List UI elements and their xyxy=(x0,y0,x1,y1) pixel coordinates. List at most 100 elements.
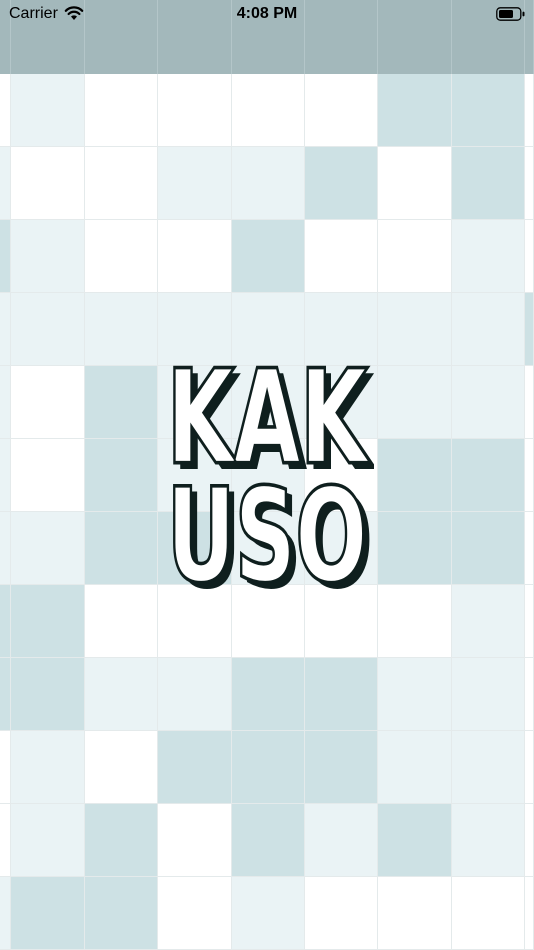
grid-tile xyxy=(452,658,525,731)
grid-tile xyxy=(0,877,11,950)
grid-tile xyxy=(305,585,378,658)
grid-tile xyxy=(0,220,11,293)
grid-tile xyxy=(158,147,232,220)
grid-tile xyxy=(305,731,378,804)
grid-tile xyxy=(11,585,85,658)
grid-tile xyxy=(378,512,452,585)
grid-tile xyxy=(158,293,232,366)
grid-tile xyxy=(232,74,305,147)
grid-tile xyxy=(11,877,85,950)
grid-tile xyxy=(158,220,232,293)
grid-tile xyxy=(378,439,452,512)
grid-tile xyxy=(378,220,452,293)
grid-tile xyxy=(232,877,305,950)
grid-tile xyxy=(158,804,232,877)
grid-tile xyxy=(85,366,158,439)
grid-tile xyxy=(525,220,534,293)
grid-tile xyxy=(525,366,534,439)
grid-tile xyxy=(0,293,11,366)
grid-tile xyxy=(525,293,534,366)
grid-tile xyxy=(85,731,158,804)
grid-tile xyxy=(305,293,378,366)
grid-tile xyxy=(305,658,378,731)
grid-tile xyxy=(11,439,85,512)
grid-tile xyxy=(452,74,525,147)
grid-tile xyxy=(378,147,452,220)
grid-tile xyxy=(158,877,232,950)
grid-tile xyxy=(525,658,534,731)
status-bar: Carrier 4:08 PM xyxy=(0,0,534,74)
grid-tile xyxy=(232,220,305,293)
grid-tile xyxy=(11,147,85,220)
grid-tile xyxy=(0,731,11,804)
grid-tile xyxy=(525,512,534,585)
grid-tile xyxy=(232,804,305,877)
grid-tile xyxy=(158,585,232,658)
grid-tile xyxy=(85,74,158,147)
grid-tile xyxy=(378,293,452,366)
grid-tile xyxy=(452,585,525,658)
grid-tile xyxy=(525,147,534,220)
grid-tile xyxy=(11,74,85,147)
grid-tile xyxy=(378,366,452,439)
grid-tile xyxy=(85,877,158,950)
grid-tile xyxy=(305,804,378,877)
grid-tile xyxy=(85,293,158,366)
grid-tile xyxy=(158,658,232,731)
grid-tile xyxy=(452,220,525,293)
grid-tile xyxy=(452,293,525,366)
grid-tile xyxy=(11,366,85,439)
grid-tile xyxy=(0,366,11,439)
grid-tile xyxy=(378,658,452,731)
kakuso-logo: KAK KAK USO KAK KAK USO USO xyxy=(165,362,375,590)
grid-tile xyxy=(378,877,452,950)
grid-tile xyxy=(378,74,452,147)
grid-tile xyxy=(0,147,11,220)
grid-tile xyxy=(85,804,158,877)
grid-tile xyxy=(232,293,305,366)
grid-tile xyxy=(11,658,85,731)
grid-tile xyxy=(452,877,525,950)
grid-tile xyxy=(0,804,11,877)
grid-tile xyxy=(11,804,85,877)
clock-label: 4:08 PM xyxy=(236,5,298,22)
grid-tile xyxy=(232,147,305,220)
grid-tile xyxy=(525,804,534,877)
grid-tile xyxy=(452,439,525,512)
grid-tile xyxy=(378,804,452,877)
grid-tile xyxy=(85,439,158,512)
grid-tile xyxy=(525,585,534,658)
grid-tile xyxy=(452,512,525,585)
grid-tile xyxy=(11,512,85,585)
battery-icon xyxy=(496,7,525,21)
grid-tile xyxy=(85,585,158,658)
grid-tile xyxy=(11,220,85,293)
grid-tile xyxy=(305,220,378,293)
grid-tile xyxy=(378,731,452,804)
grid-tile xyxy=(452,804,525,877)
grid-tile xyxy=(0,512,11,585)
grid-tile xyxy=(305,74,378,147)
grid-tile xyxy=(0,585,11,658)
grid-tile xyxy=(158,74,232,147)
grid-tile xyxy=(232,731,305,804)
grid-tile xyxy=(525,74,534,147)
grid-tile xyxy=(305,877,378,950)
grid-tile xyxy=(0,658,11,731)
grid-tile xyxy=(85,147,158,220)
grid-tile xyxy=(232,585,305,658)
grid-tile xyxy=(232,658,305,731)
logo-line-2-stripe: USO xyxy=(167,462,367,590)
grid-tile xyxy=(378,585,452,658)
grid-tile xyxy=(452,366,525,439)
grid-tile xyxy=(305,147,378,220)
grid-tile xyxy=(525,439,534,512)
grid-tile xyxy=(85,220,158,293)
grid-tile xyxy=(158,731,232,804)
grid-tile xyxy=(85,658,158,731)
grid-tile xyxy=(11,293,85,366)
grid-tile xyxy=(85,512,158,585)
grid-tile xyxy=(0,74,11,147)
grid-tile xyxy=(0,439,11,512)
grid-tile xyxy=(452,147,525,220)
